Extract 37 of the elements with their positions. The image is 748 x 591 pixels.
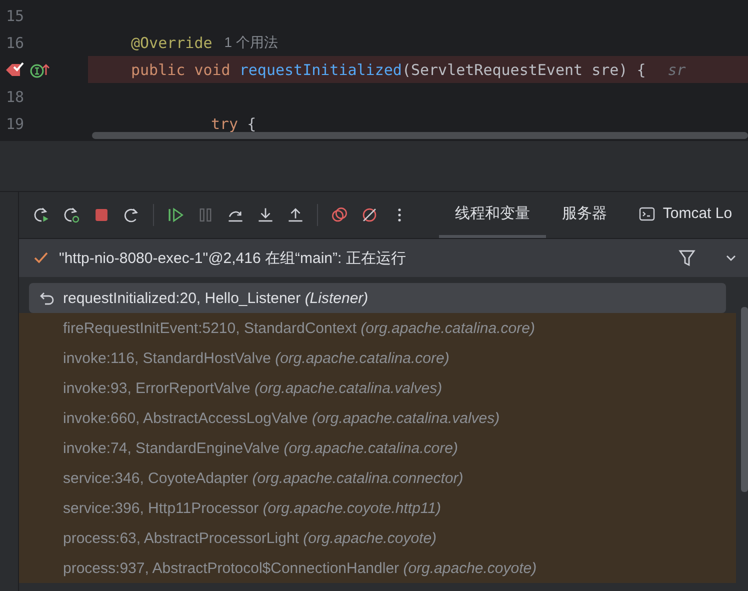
thread-selector[interactable]: "http-nio-8080-exec-1"@2,416 在组“main”: 正在运行: [19, 238, 748, 277]
code-text: {: [247, 114, 256, 132]
code-keyword: try: [211, 114, 240, 132]
line-number: 18: [5, 88, 24, 106]
line-number: 15: [5, 6, 24, 24]
scrollbar[interactable]: [92, 132, 748, 139]
code-text: (ServletRequestEvent sre) {: [402, 60, 646, 78]
stack-frame[interactable]: invoke:116, StandardHostValve (org.apache.catalina.core): [19, 343, 736, 373]
line-number: 16: [5, 34, 24, 52]
implements-icon[interactable]: [30, 62, 50, 78]
stack-frame[interactable]: service:396, Http11Processor (org.apache.coyote.http11): [19, 493, 736, 523]
scrollbar[interactable]: [741, 307, 748, 492]
stack-frame[interactable]: invoke:93, ErrorReportValve (org.apache.catalina.valves): [19, 373, 736, 403]
usage-hint: 1 个用法: [224, 34, 278, 52]
return-icon: [39, 291, 55, 305]
stack-frame[interactable]: requestInitialized:20, Hello_Listener (Listener): [29, 283, 726, 313]
thread-name: "http-nio-8080-exec-1"@2,416 在组“main”: 正在运行: [59, 248, 406, 268]
stack-frame[interactable]: process:937, AbstractProtocol$ConnectionHandler (org.apache.coyote): [19, 553, 736, 583]
breakpoint-icon[interactable]: [4, 60, 24, 78]
inlay-hint: sr: [668, 60, 686, 78]
method-name: requestInitialized: [239, 60, 402, 78]
tab[interactable]: Tomcat Lo: [622, 192, 748, 238]
resume-icon[interactable]: [166, 205, 184, 225]
stack-frame[interactable]: invoke:660, AbstractAccessLogValve (org.apache.catalina.valves): [19, 403, 736, 433]
stack-frame[interactable]: process:63, AbstractProcessorLight (org.apache.coyote): [19, 523, 736, 553]
console-icon: [638, 206, 655, 222]
stack-frame[interactable]: fireRequestInitEvent:5210, StandardContext (org.apache.catalina.core): [19, 313, 736, 343]
line-number: 19: [5, 114, 24, 132]
code-keyword: public void: [131, 60, 232, 78]
annotation-text: @Override: [131, 34, 212, 52]
stack-frame[interactable]: invoke:74, StandardEngineValve (org.apache.catalina.core): [19, 433, 736, 463]
filter-icon[interactable]: [678, 249, 696, 267]
check-icon: [33, 251, 49, 265]
rerun-icon[interactable]: [33, 205, 50, 225]
stack-frame[interactable]: service:346, CoyoteAdapter (org.apache.catalina.connector): [19, 463, 736, 493]
rerun-debug-icon[interactable]: [63, 205, 80, 225]
tab[interactable]: 服务器: [546, 192, 623, 238]
